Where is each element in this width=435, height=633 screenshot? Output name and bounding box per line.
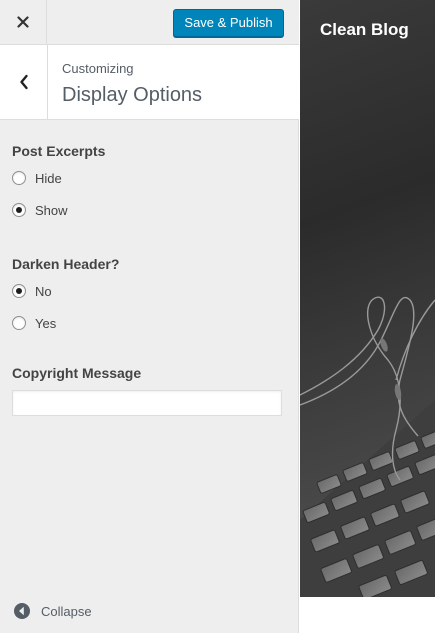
radio-label: Yes	[35, 315, 57, 331]
darken-header-option-yes[interactable]: Yes	[12, 314, 56, 332]
copyright-message-title: Copyright Message	[12, 365, 142, 381]
save-publish-button[interactable]: Save & Publish	[173, 9, 284, 37]
collapse-button[interactable]: Collapse	[13, 602, 92, 620]
breadcrumb: Customizing	[62, 61, 134, 76]
darken-header-option-no[interactable]: No	[12, 282, 52, 300]
post-excerpts-title: Post Excerpts	[12, 143, 106, 159]
chevron-left-icon	[19, 74, 28, 90]
radio-button-checked[interactable]	[12, 203, 26, 217]
header-background-image: Clean Blog	[300, 0, 435, 597]
close-button[interactable]	[0, 0, 47, 44]
radio-label: Show	[35, 202, 68, 218]
radio-button-checked[interactable]	[12, 284, 26, 298]
post-excerpts-option-hide[interactable]: Hide	[12, 169, 62, 187]
customizer-page: Save & Publish Customizing Display Optio…	[0, 0, 435, 633]
copyright-message-input[interactable]	[12, 390, 282, 416]
post-excerpts-option-show[interactable]: Show	[12, 201, 68, 219]
radio-button[interactable]	[12, 316, 26, 330]
collapse-label: Collapse	[41, 603, 92, 619]
customizer-header: Save & Publish	[0, 0, 299, 45]
site-title[interactable]: Clean Blog	[320, 20, 409, 40]
customizer-panel: Save & Publish Customizing Display Optio…	[0, 0, 299, 633]
radio-label: No	[35, 283, 52, 299]
radio-button[interactable]	[12, 171, 26, 185]
keyboard-illustration	[300, 296, 435, 597]
section-title: Display Options	[62, 84, 203, 106]
radio-label: Hide	[35, 170, 62, 186]
back-button[interactable]	[0, 45, 48, 119]
site-preview: Clean Blog	[300, 0, 435, 633]
darken-header-title: Darken Header?	[12, 256, 120, 272]
close-icon	[17, 16, 29, 28]
section-header: Customizing Display Options	[0, 45, 299, 120]
collapse-arrow-icon	[14, 603, 30, 619]
